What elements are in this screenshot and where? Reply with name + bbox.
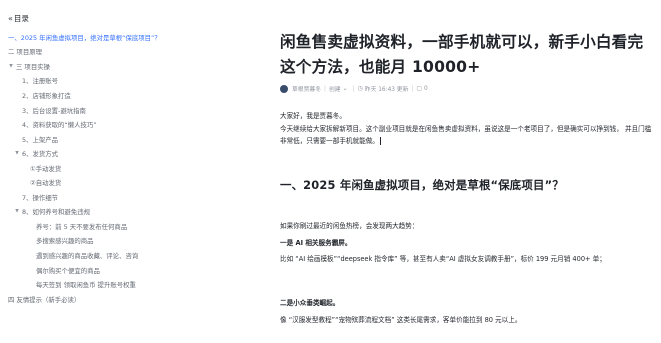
toc-item-label: ②自动发货: [30, 179, 62, 188]
toc-item-label: 偶尔购买个便宜的商品: [36, 266, 100, 275]
toc-item[interactable]: ▼ 8、如何养号和避免违规: [8, 205, 236, 220]
comment-icon[interactable]: ▢: [416, 85, 422, 92]
paragraph-trend-2-body: 像 “汉服发型教程”“宠物殡葬流程文档” 这类长尾需求，客单价能拉到 80 元以…: [280, 316, 522, 324]
toc-header-label: 目录: [13, 13, 29, 23]
toc-list: 一、2025 年闲鱼虚拟项目，绝对是草根“保底项目”？二 项目原理 ▼ 三 项目实操…: [8, 30, 236, 306]
toc-item[interactable]: 养号：前 5 天不要发布任何商品: [8, 219, 236, 234]
toc-header[interactable]: « 目录: [8, 12, 236, 24]
toc-item-label: 多搜索感兴趣的商品: [36, 237, 94, 246]
toc-item-label: 7、操作细节: [22, 193, 59, 202]
toc-item[interactable]: ▼ 6、发货方式: [8, 146, 236, 161]
comment-count: 0: [424, 85, 428, 92]
toc-item[interactable]: 每天签到 领取闲鱼币 提升账号权重: [8, 277, 236, 292]
toc-item-label: 1、注册账号: [22, 77, 59, 86]
article: 闲鱼售卖虚拟资料，一部手机就可以，新手小白看完这个方法，也能月 10000+ 草…: [246, 0, 651, 343]
toc-item-label: 5、上架产品: [22, 135, 59, 144]
caret-down-icon[interactable]: ▼: [8, 64, 14, 69]
toc-item[interactable]: 多搜索感兴趣的商品: [8, 234, 236, 249]
toc-item[interactable]: 2、店铺形象打造: [8, 88, 236, 103]
toc-item-label: 6、发货方式: [22, 150, 59, 159]
toc-item[interactable]: ②自动发货: [8, 175, 236, 190]
followed-label[interactable]: 创建: [329, 84, 341, 93]
paragraph-overview-text: 今天继续给大家拆解新项目。这个副业项目就是在闲鱼售卖虚拟资料，虽说这是一个老项目…: [280, 125, 652, 145]
paragraph-trend-2-title: 二是小众垂类崛起。: [280, 299, 340, 307]
clock-icon: ◷: [357, 85, 363, 92]
toc-item-label: 遇到感兴趣的商品收藏、评论、咨询: [36, 251, 139, 260]
toc-item[interactable]: 偶尔购买个便宜的商品: [8, 263, 236, 278]
table-of-contents: « 目录 一、2025 年闲鱼虚拟项目，绝对是草根“保底项目”？二 项目原理 ▼ 三…: [0, 0, 236, 343]
toc-item[interactable]: 四 友情提示（新手必读）: [8, 292, 236, 307]
meta-separator: |: [352, 85, 355, 92]
toc-item[interactable]: ▼ 三 项目实操: [8, 59, 236, 74]
toc-item[interactable]: 二 项目原理: [8, 45, 236, 60]
toc-item[interactable]: 3、后台设置-避坑指南: [8, 103, 236, 118]
author-name[interactable]: 草根贾暮冬: [292, 84, 321, 93]
toc-item-label: 三 项目实操: [16, 62, 50, 71]
toc-item-label: 养号：前 5 天不要发布任何商品: [36, 222, 128, 231]
updated-time: 昨天 16:43 更新: [364, 87, 409, 93]
article-title: 闲鱼售卖虚拟资料，一部手机就可以，新手小白看完这个方法，也能月 10000+: [280, 33, 644, 76]
article-meta: 草根贾暮冬 | 创建 ⌄ | ◷ 昨天 16:43 更新 | ▢ 0: [280, 84, 428, 93]
paragraph-trends: 如果你刷过最近的闲鱼热榜，会发现两大趋势：: [280, 222, 419, 230]
toc-item-label: 4、资料获取的“懒人技巧”: [22, 121, 97, 130]
avatar[interactable]: [280, 84, 288, 93]
toc-item-label: ①手动发货: [30, 164, 62, 173]
meta-separator: |: [324, 85, 326, 92]
paragraph-overview: 今天继续给大家拆解新项目。这个副业项目就是在闲鱼售卖虚拟资料，虽说这是一个老项目…: [280, 124, 652, 147]
toc-item[interactable]: 4、资料获取的“懒人技巧”: [8, 117, 236, 132]
toc-item-label: 一、2025 年闲鱼虚拟项目，绝对是草根“保底项目”？: [8, 33, 161, 42]
section-heading: 一、2025 年闲鱼虚拟项目，绝对是草根“保底项目”？: [280, 178, 564, 192]
toc-item-label: 四 友情提示（新手必读）: [8, 295, 81, 304]
toc-item-label: 3、后台设置-避坑指南: [22, 106, 86, 115]
paragraph-trend-1-body: 比如 “AI 绘画模板”“deepseek 指令库” 等，甚至有人卖“AI 虚拟…: [280, 255, 606, 263]
toc-item[interactable]: 遇到感兴趣的商品收藏、评论、咨询: [8, 248, 236, 263]
toc-item[interactable]: 5、上架产品: [8, 132, 236, 147]
toc-item[interactable]: 7、操作细节: [8, 190, 236, 205]
toc-item-label: 8、如何养号和避免违规: [22, 208, 90, 217]
caret-down-icon[interactable]: ▼: [14, 151, 20, 156]
caret-down-icon[interactable]: ▼: [14, 209, 20, 214]
paragraph-intro: 大家好，我是贾暮冬。: [280, 112, 346, 120]
meta-separator: |: [411, 85, 414, 92]
text-cursor: [379, 136, 381, 145]
collapse-toc-icon[interactable]: «: [8, 14, 13, 23]
paragraph-trend-1-title: 一是 AI 相关服务霸屏。: [280, 239, 352, 247]
toc-item-label: 2、店铺形象打造: [22, 91, 71, 100]
toc-item[interactable]: 1、注册账号: [8, 74, 236, 89]
toc-item[interactable]: 一、2025 年闲鱼虚拟项目，绝对是草根“保底项目”？: [8, 30, 236, 45]
toc-item-label: 二 项目原理: [8, 48, 42, 57]
toc-item[interactable]: ①手动发货: [8, 161, 236, 176]
chevron-down-icon[interactable]: ⌄: [343, 85, 348, 92]
toc-item-label: 每天签到 领取闲鱼币 提升账号权重: [36, 281, 136, 290]
